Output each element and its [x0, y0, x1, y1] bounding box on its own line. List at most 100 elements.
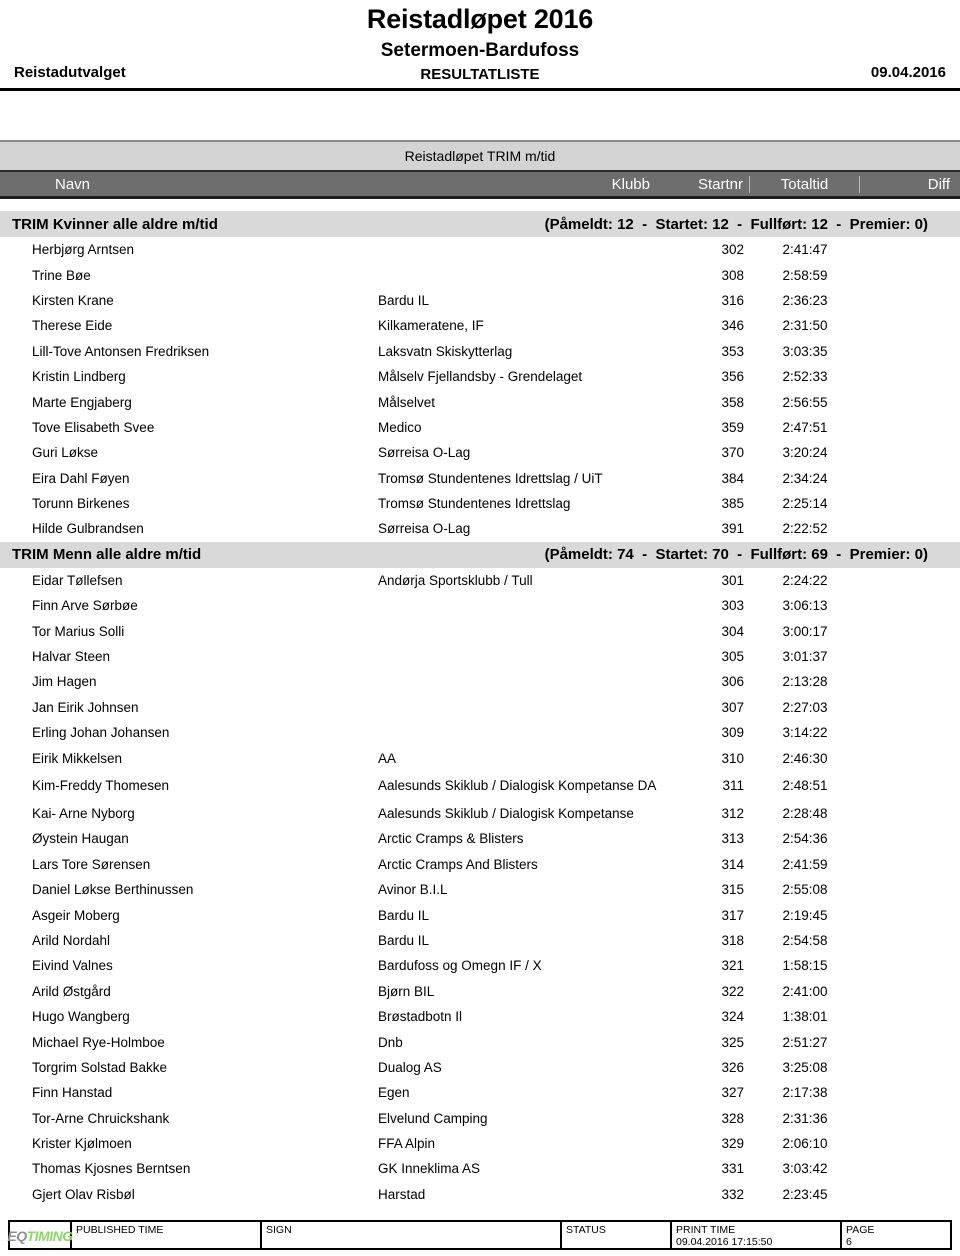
result-startnr: 391	[721, 521, 744, 537]
result-row[interactable]: Marte Engjaberg Målselvet 358 2:56:55	[0, 389, 960, 414]
result-startnr: 328	[721, 1110, 744, 1126]
page-footer: EQTIMING PUBLISHED TIME SIGN STATUS PRIN…	[7, 1220, 952, 1250]
result-club: Bjørn BIL	[378, 983, 435, 999]
results-body: TRIM Kvinner alle aldre m/tid (Påmeldt: 1…	[0, 211, 960, 1207]
result-totaltid: 3:20:24	[782, 445, 828, 461]
result-startnr: 311	[722, 778, 744, 794]
result-row[interactable]: Kirsten Krane Bardu IL 316 2:36:23	[0, 288, 960, 313]
result-row[interactable]: Kim-Freddy Thomesen Aalesunds Skiklub / D…	[0, 771, 960, 801]
result-startnr: 325	[721, 1034, 744, 1050]
result-row[interactable]: Eidar Tøllefsen Andørja Sportsklubb / Tul…	[0, 568, 960, 593]
column-header-row: Navn Klubb Startnr Totaltid Diff	[0, 170, 960, 199]
result-startnr: 302	[721, 242, 744, 258]
result-club: Aalesunds Skiklub / Dialogisk Kompetanse	[378, 806, 634, 821]
result-row[interactable]: Torunn Birkenes Tromsø Stundentenes Idret…	[0, 491, 960, 516]
result-club: Arctic Cramps And Blisters	[378, 856, 538, 872]
result-totaltid: 2:24:22	[782, 572, 828, 588]
result-row[interactable]: Gjert Olav Risbøl Harstad 332 2:23:45	[0, 1182, 960, 1207]
result-startnr: 304	[721, 623, 744, 639]
result-row[interactable]: Eirik Mikkelsen AA 310 2:46:30	[0, 745, 960, 770]
column-header-totaltid[interactable]: Totaltid	[750, 175, 860, 193]
result-row[interactable]: Krister Kjølmoen FFA Alpin 329 2:06:10	[0, 1131, 960, 1156]
result-row[interactable]: Halvar Steen 305 3:01:37	[0, 644, 960, 669]
result-name: Finn Arve Sørbøe	[32, 598, 138, 614]
footer-published-time-label: PUBLISHED TIME	[76, 1224, 164, 1236]
result-name: Thomas Kjosnes Berntsen	[32, 1161, 191, 1177]
result-startnr: 332	[721, 1186, 744, 1202]
result-row[interactable]: Trine Bøe 308 2:58:59	[0, 262, 960, 287]
result-name: Marte Engjaberg	[32, 394, 132, 410]
result-club: Avinor B.I.L	[378, 882, 448, 898]
result-row[interactable]: Arild Østgård Bjørn BIL 322 2:41:00	[0, 979, 960, 1004]
result-name: Gjert Olav Risbøl	[32, 1186, 135, 1202]
column-header-navn[interactable]: Navn	[0, 176, 378, 193]
race-band-label: Reistadløpet TRIM m/tid	[404, 148, 556, 164]
result-totaltid: 2:51:27	[782, 1034, 828, 1050]
result-totaltid: 2:47:51	[782, 419, 828, 435]
result-row[interactable]: Tor-Arne Chruickshank Elvelund Camping 328…	[0, 1106, 960, 1131]
result-startnr: 308	[721, 267, 744, 283]
document-subtitle: Setermoen-Bardufoss	[380, 40, 580, 61]
result-row[interactable]: Lill-Tove Antonsen Fredriksen Laksvatn Sk…	[0, 339, 960, 364]
result-name: Torgrim Solstad Bakke	[32, 1059, 168, 1075]
result-row[interactable]: Tove Elisabeth Svee Medico 359 2:47:51	[0, 415, 960, 440]
result-row[interactable]: Eira Dahl Føyen Tromsø Stundentenes Idret…	[0, 466, 960, 491]
result-row[interactable]: Finn Arve Sørbøe 303 3:06:13	[0, 593, 960, 618]
result-totaltid: 2:41:59	[782, 856, 828, 872]
result-club: GK Inneklima AS	[378, 1161, 481, 1177]
result-name: Øystein Haugan	[32, 831, 129, 847]
footer-page-label: PAGE	[846, 1224, 875, 1236]
result-row[interactable]: Guri Løkse Sørreisa O-Lag 370 3:20:24	[0, 440, 960, 465]
column-header-klubb[interactable]: Klubb	[378, 176, 668, 193]
result-startnr: 309	[721, 725, 744, 741]
result-row[interactable]: Finn Hanstad Egen 327 2:17:38	[0, 1080, 960, 1105]
document-title: Reistadløpet 2016	[366, 4, 594, 34]
result-row[interactable]: Hugo Wangberg Brøstadbotn Il 324 1:38:01	[0, 1004, 960, 1029]
result-club: Bardu IL	[378, 932, 430, 948]
result-row[interactable]: Arild Nordahl Bardu IL 318 2:54:58	[0, 928, 960, 953]
class-header-row: TRIM Kvinner alle aldre m/tid (Påmeldt: 1…	[0, 211, 960, 237]
result-row[interactable]: Eivind Valnes Bardufoss og Omegn IF / X 32…	[0, 953, 960, 978]
result-name: Tor Marius Solli	[32, 623, 125, 639]
result-row[interactable]: Michael Rye-Holmboe Dnb 325 2:51:27	[0, 1029, 960, 1054]
result-row[interactable]: Øystein Haugan Arctic Cramps & Blisters 31…	[0, 826, 960, 851]
result-row[interactable]: Lars Tore Sørensen Arctic Cramps And Blis…	[0, 852, 960, 877]
result-row[interactable]: Asgeir Moberg Bardu IL 317 2:19:45	[0, 902, 960, 927]
result-startnr: 305	[721, 649, 744, 665]
result-row[interactable]: Therese Eide Kilkameratene, IF 346 2:31:50	[0, 313, 960, 338]
result-totaltid: 2:19:45	[782, 907, 828, 923]
result-row[interactable]: Tor Marius Solli 304 3:00:17	[0, 618, 960, 643]
result-name: Michael Rye-Holmboe	[32, 1034, 165, 1050]
result-club: Egen	[378, 1085, 410, 1101]
result-row[interactable]: Kai- Arne Nyborg Aalesunds Skiklub / Dial…	[0, 801, 960, 826]
result-startnr: 356	[721, 369, 744, 385]
result-totaltid: 2:31:50	[782, 318, 828, 334]
result-startnr: 303	[721, 598, 744, 614]
result-startnr: 329	[721, 1136, 744, 1152]
logo-timing-text: TIMING	[26, 1228, 74, 1244]
result-totaltid: 2:55:08	[782, 882, 828, 898]
result-club: Kilkameratene, IF	[378, 318, 484, 334]
result-row[interactable]: Hilde Gulbrandsen Sørreisa O-Lag 391 2:22:5…	[0, 516, 960, 541]
result-row[interactable]: Daniel Løkse Berthinussen Avinor B.I.L 315…	[0, 877, 960, 902]
result-name: Erling Johan Johansen	[32, 725, 170, 741]
result-name: Krister Kjølmoen	[32, 1136, 132, 1152]
result-club: Dnb	[378, 1034, 403, 1050]
result-row[interactable]: Herbjørg Arntsen 302 2:41:47	[0, 237, 960, 262]
result-row[interactable]: Jim Hagen 306 2:13:28	[0, 669, 960, 694]
column-header-diff[interactable]: Diff	[860, 176, 960, 193]
result-row[interactable]: Thomas Kjosnes Berntsen GK Inneklima AS 33…	[0, 1156, 960, 1181]
class-name: TRIM Menn alle aldre m/tid	[12, 546, 202, 564]
result-name: Kim-Freddy Thomesen	[32, 778, 170, 794]
result-name: Herbjørg Arntsen	[32, 242, 135, 258]
result-startnr: 313	[721, 831, 744, 847]
result-name: Hilde Gulbrandsen	[32, 521, 144, 537]
result-row[interactable]: Torgrim Solstad Bakke Dualog AS 326 3:25:08	[0, 1055, 960, 1080]
result-row[interactable]: Jan Eirik Johnsen 307 2:27:03	[0, 695, 960, 720]
result-row[interactable]: Kristin Lindberg Målselv Fjellandsby - Gr…	[0, 364, 960, 389]
result-club: Medico	[378, 419, 422, 435]
result-totaltid: 3:14:22	[782, 725, 828, 741]
result-row[interactable]: Erling Johan Johansen 309 3:14:22	[0, 720, 960, 745]
result-totaltid: 1:38:01	[782, 1009, 828, 1025]
column-header-startnr[interactable]: Startnr	[668, 175, 750, 193]
